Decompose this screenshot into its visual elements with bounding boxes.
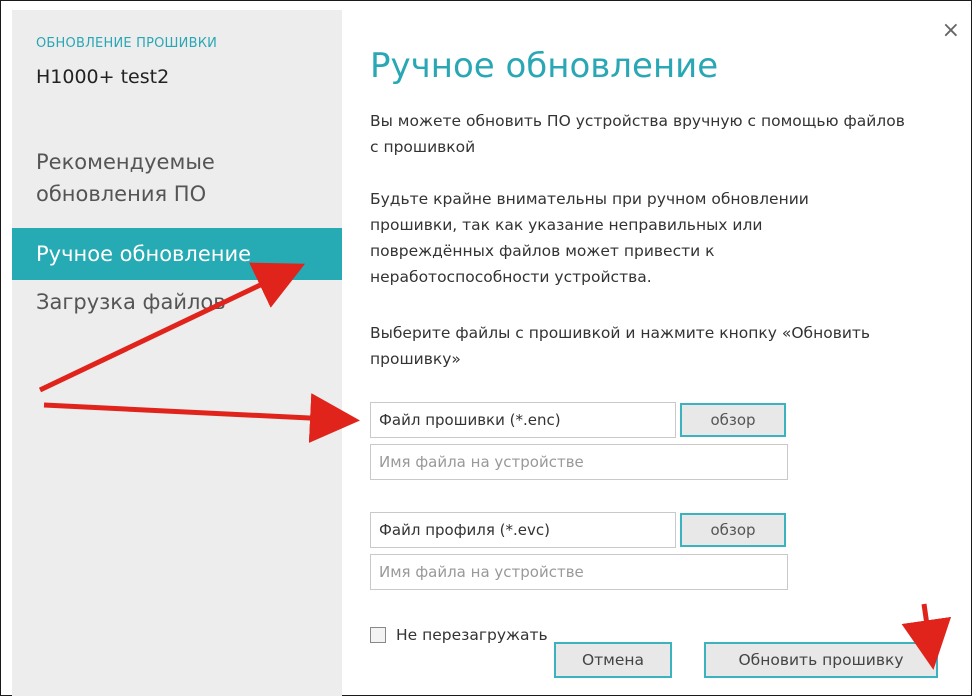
no-reboot-checkbox[interactable] xyxy=(370,627,386,643)
sidebar-item-label: Ручное обновление xyxy=(36,242,252,266)
profile-file-field[interactable] xyxy=(370,512,676,548)
no-reboot-option[interactable]: Не перезагружать xyxy=(370,626,548,644)
sidebar-item-label: Рекомендуемые обновления ПО xyxy=(36,150,215,206)
sidebar-item-label: Загрузка файлов xyxy=(36,290,226,314)
warning-text: Будьте крайне внимательны при ручном обн… xyxy=(370,190,809,286)
no-reboot-label: Не перезагружать xyxy=(396,626,548,644)
page-title: Ручное обновление xyxy=(370,46,719,86)
close-icon[interactable]: × xyxy=(942,18,960,43)
sidebar-item-upload[interactable]: Загрузка файлов xyxy=(12,286,244,318)
profile-browse-button[interactable]: обзор xyxy=(680,513,786,547)
section-label: ОБНОВЛЕНИЕ ПРОШИВКИ xyxy=(36,36,218,51)
intro-text: Вы можете обновить ПО устройства вручную… xyxy=(370,112,905,156)
firmware-browse-button[interactable]: обзор xyxy=(680,403,786,437)
firmware-file-field[interactable] xyxy=(370,402,676,438)
profile-name-field[interactable] xyxy=(370,554,788,590)
instruction-text: Выберите файлы с прошивкой и нажмите кно… xyxy=(370,324,871,368)
cancel-button[interactable]: Отмена xyxy=(554,642,672,678)
device-name: H1000+ test2 xyxy=(36,66,170,88)
firmware-name-field[interactable] xyxy=(370,444,788,480)
update-firmware-button[interactable]: Обновить прошивку xyxy=(704,642,938,678)
dialog-content: × Ручное обновление Вы можете обновить П… xyxy=(342,10,972,696)
sidebar-item-manual[interactable]: Ручное обновление xyxy=(12,228,342,280)
sidebar: ОБНОВЛЕНИЕ ПРОШИВКИ H1000+ test2 Рекомен… xyxy=(12,10,342,696)
sidebar-item-recommended[interactable]: Рекомендуемые обновления ПО xyxy=(12,146,242,210)
